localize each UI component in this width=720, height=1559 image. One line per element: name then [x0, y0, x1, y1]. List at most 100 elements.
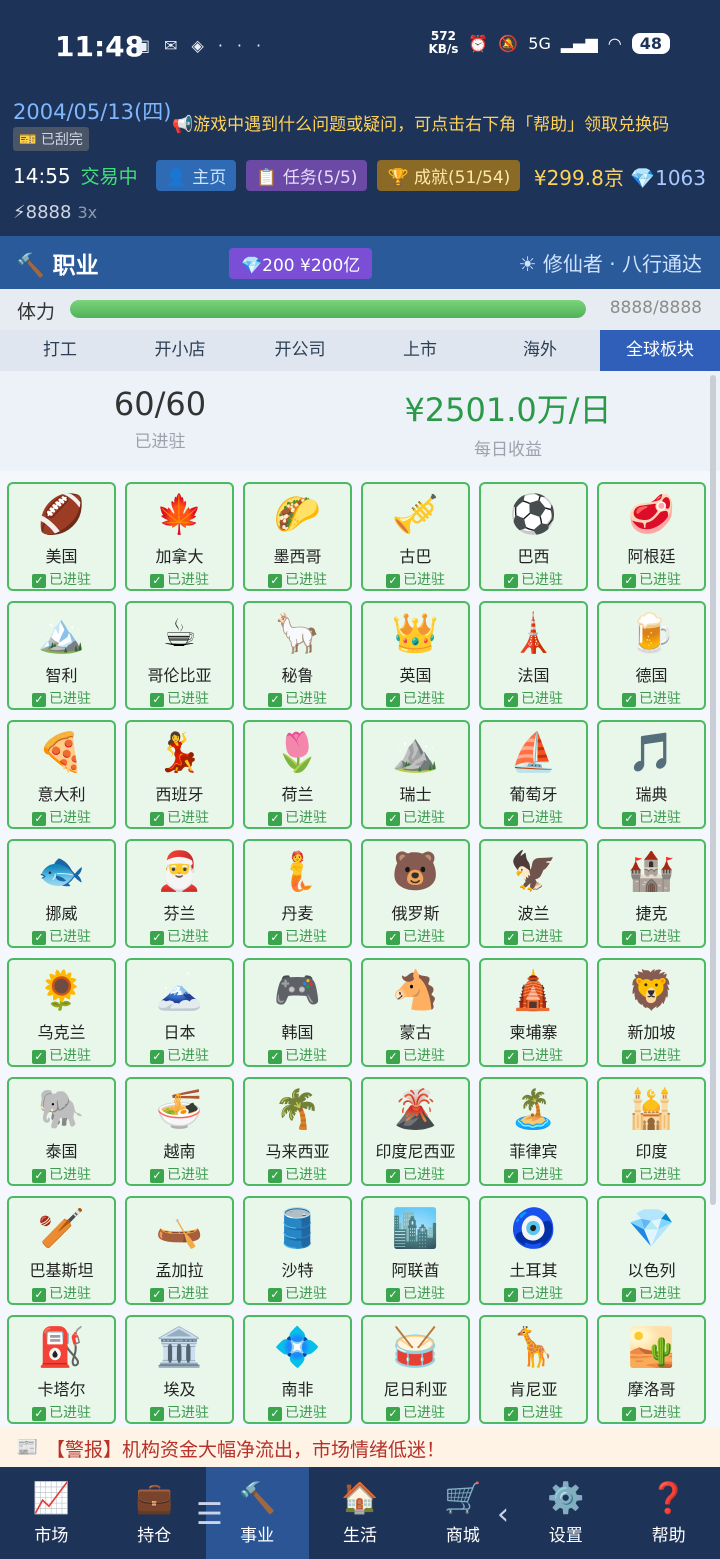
nav-item-0[interactable]: 📈 市场	[0, 1467, 103, 1559]
scratch-badge[interactable]: 🎫 已刮完	[13, 127, 89, 151]
country-icon: 🌮	[273, 492, 322, 536]
settled-status: ✓ 已进驻	[245, 1045, 350, 1065]
settled-status: ✓ 已进驻	[9, 569, 114, 589]
country-name: 墨西哥	[273, 547, 322, 566]
country-card[interactable]: 🏝️ 菲律宾 ✓ 已进驻	[479, 1077, 588, 1186]
tab-2[interactable]: 开公司	[240, 330, 360, 371]
country-card[interactable]: 🎮 韩国 ✓ 已进驻	[243, 958, 352, 1067]
country-card[interactable]: 🗼 法国 ✓ 已进驻	[479, 601, 588, 710]
settled-status: ✓ 已进驻	[245, 1283, 350, 1303]
country-card[interactable]: 🌻 乌克兰 ✓ 已进驻	[7, 958, 116, 1067]
country-icon: 🎵	[627, 730, 676, 774]
country-card[interactable]: 🏔️ 智利 ✓ 已进驻	[7, 601, 116, 710]
country-icon: 🍁	[155, 492, 204, 536]
country-card[interactable]: 🥩 阿根廷 ✓ 已进驻	[597, 482, 706, 591]
nav-icon: ❓	[649, 1481, 688, 1516]
nav-item-6[interactable]: ❓ 帮助	[617, 1467, 720, 1559]
country-card[interactable]: 🌋 印度尼西亚 ✓ 已进驻	[361, 1077, 470, 1186]
settled-status: ✓ 已进驻	[363, 926, 468, 946]
country-card[interactable]: 🛶 孟加拉 ✓ 已进驻	[125, 1196, 234, 1305]
country-card[interactable]: 🛕 柬埔寨 ✓ 已进驻	[479, 958, 588, 1067]
system-menu-icon[interactable]: ☰	[196, 1497, 223, 1532]
notification-icons: ▣✉◈···	[135, 36, 275, 55]
country-card[interactable]: ⛽ 卡塔尔 ✓ 已进驻	[7, 1315, 116, 1424]
country-card[interactable]: 🕌 印度 ✓ 已进驻	[597, 1077, 706, 1186]
settled-status: ✓ 已进驻	[245, 1402, 350, 1422]
country-icon: 🏛️	[155, 1325, 204, 1369]
country-card[interactable]: 🍜 越南 ✓ 已进驻	[125, 1077, 234, 1186]
country-card[interactable]: 💎 以色列 ✓ 已进驻	[597, 1196, 706, 1305]
home-button[interactable]: 👤 主页	[155, 160, 237, 191]
country-card[interactable]: 💃 西班牙 ✓ 已进驻	[125, 720, 234, 829]
country-card[interactable]: 🛢️ 沙特 ✓ 已进驻	[243, 1196, 352, 1305]
country-card[interactable]: 🧿 土耳其 ✓ 已进驻	[479, 1196, 588, 1305]
nav-label: 生活	[343, 1526, 377, 1546]
country-card[interactable]: 🏜️ 摩洛哥 ✓ 已进驻	[597, 1315, 706, 1424]
country-card[interactable]: 🦙 秘鲁 ✓ 已进驻	[243, 601, 352, 710]
country-card[interactable]: 🎅 芬兰 ✓ 已进驻	[125, 839, 234, 948]
check-icon: ✓	[386, 931, 400, 945]
tab-4[interactable]: 海外	[480, 330, 600, 371]
scrollbar[interactable]	[710, 375, 716, 1205]
country-card[interactable]: ⛰️ 瑞士 ✓ 已进驻	[361, 720, 470, 829]
game-clock: 14:55	[13, 163, 71, 188]
country-name: 印度尼西亚	[375, 1142, 456, 1161]
country-card[interactable]: ☕ 哥伦比亚 ✓ 已进驻	[125, 601, 234, 710]
country-icon: 💠	[273, 1325, 322, 1369]
nav-item-1[interactable]: 💼 持仓	[103, 1467, 206, 1559]
settled-status: ✓ 已进驻	[481, 688, 586, 708]
country-card[interactable]: 🌷 荷兰 ✓ 已进驻	[243, 720, 352, 829]
check-icon: ✓	[32, 1050, 46, 1064]
check-icon: ✓	[622, 1288, 636, 1302]
country-icon: 🎅	[155, 849, 204, 893]
country-card[interactable]: 🎺 古巴 ✓ 已进驻	[361, 482, 470, 591]
country-card[interactable]: 🏈 美国 ✓ 已进驻	[7, 482, 116, 591]
tab-5[interactable]: 全球板块	[600, 330, 720, 371]
country-card[interactable]: 🦒 肯尼亚 ✓ 已进驻	[479, 1315, 588, 1424]
country-card[interactable]: 🌮 墨西哥 ✓ 已进驻	[243, 482, 352, 591]
country-icon: 🏜️	[627, 1325, 676, 1369]
nav-item-3[interactable]: 🏠 生活	[309, 1467, 412, 1559]
settled-status: ✓ 已进驻	[481, 569, 586, 589]
tab-0[interactable]: 打工	[0, 330, 120, 371]
country-card[interactable]: 🥁 尼日利亚 ✓ 已进驻	[361, 1315, 470, 1424]
settled-status: ✓ 已进驻	[599, 1045, 704, 1065]
country-name: 荷兰	[281, 785, 314, 804]
ticket-icon: 🎫	[19, 132, 37, 148]
country-card[interactable]: 🏛️ 埃及 ✓ 已进驻	[125, 1315, 234, 1424]
country-name: 德国	[635, 666, 668, 685]
country-card[interactable]: 🏏 巴基斯坦 ✓ 已进驻	[7, 1196, 116, 1305]
country-card[interactable]: 👑 英国 ✓ 已进驻	[361, 601, 470, 710]
country-card[interactable]: 🗻 日本 ✓ 已进驻	[125, 958, 234, 1067]
settled-status: ✓ 已进驻	[127, 926, 232, 946]
country-card[interactable]: 🍕 意大利 ✓ 已进驻	[7, 720, 116, 829]
country-card[interactable]: ⚽ 巴西 ✓ 已进驻	[479, 482, 588, 591]
country-card[interactable]: 🍁 加拿大 ✓ 已进驻	[125, 482, 234, 591]
system-back-icon[interactable]: ‹	[497, 1497, 509, 1532]
country-card[interactable]: 🏙️ 阿联酋 ✓ 已进驻	[361, 1196, 470, 1305]
country-card[interactable]: 🎵 瑞典 ✓ 已进驻	[597, 720, 706, 829]
country-card[interactable]: 🦁 新加坡 ✓ 已进驻	[597, 958, 706, 1067]
country-card[interactable]: 🐻 俄罗斯 ✓ 已进驻	[361, 839, 470, 948]
clipboard-icon: 📋	[256, 168, 278, 188]
country-card[interactable]: 🏰 捷克 ✓ 已进驻	[597, 839, 706, 948]
tab-3[interactable]: 上市	[360, 330, 480, 371]
country-card[interactable]: 🐘 泰国 ✓ 已进驻	[7, 1077, 116, 1186]
country-name: 葡萄牙	[509, 785, 558, 804]
country-card[interactable]: 🐴 蒙古 ✓ 已进驻	[361, 958, 470, 1067]
net-speed: 572 KB/s	[428, 29, 459, 56]
country-card[interactable]: 🍺 德国 ✓ 已进驻	[597, 601, 706, 710]
country-card[interactable]: 💠 南非 ✓ 已进驻	[243, 1315, 352, 1424]
tab-1[interactable]: 开小店	[120, 330, 240, 371]
wallet: ¥299.8京 💎1063	[534, 162, 706, 191]
country-card[interactable]: 🧜 丹麦 ✓ 已进驻	[243, 839, 352, 948]
nav-item-5[interactable]: ⚙️ 设置	[514, 1467, 617, 1559]
achievements-button[interactable]: 🏆 成就(51/54)	[377, 160, 521, 191]
system-icons: 572 KB/s ⏰ 🔕 5G ▂▄▆ ◠ 48	[428, 30, 670, 56]
country-card[interactable]: 🌴 马来西亚 ✓ 已进驻	[243, 1077, 352, 1186]
country-card[interactable]: 🐟 挪威 ✓ 已进驻	[7, 839, 116, 948]
career-cost-button[interactable]: 💎200 ¥200亿	[229, 248, 373, 279]
country-card[interactable]: 🦅 波兰 ✓ 已进驻	[479, 839, 588, 948]
country-card[interactable]: ⛵ 葡萄牙 ✓ 已进驻	[479, 720, 588, 829]
tasks-button[interactable]: 📋 任务(5/5)	[246, 160, 368, 191]
